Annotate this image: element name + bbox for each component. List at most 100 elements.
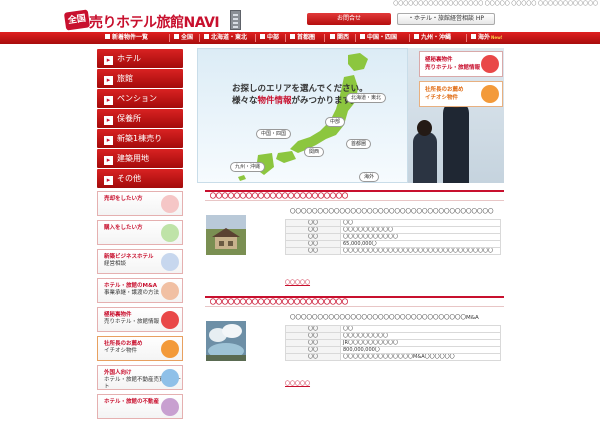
- listing-section-1: 〇〇〇〇〇〇〇〇〇〇〇〇〇〇〇〇〇〇〇〇〇〇〇 〇〇〇〇〇〇〇〇〇〇〇〇〇〇〇〇…: [205, 190, 504, 286]
- table-row: 〇〇 〇〇〇〇〇〇〇〇〇〇〇〇〇〇M&A〇〇〇〇〇〇: [285, 353, 501, 361]
- banner-illustration-icon: [161, 224, 179, 242]
- banner-illustration-icon: [161, 398, 179, 416]
- region-pill-kyushu-okinawa[interactable]: 九州・沖縄: [230, 162, 266, 172]
- category-land[interactable]: ▸ 建築用地: [97, 149, 183, 168]
- area-map-hero: お探しのエリアを選んでください。 様々な物件情報がみつかります。 北海道・東北 …: [197, 48, 408, 183]
- hero-banner[interactable]: 社所長のお薦め イチオシ物件: [419, 81, 503, 107]
- logo-name: 売りホテル旅館NAVI: [89, 15, 220, 31]
- bullet-icon: [290, 34, 295, 39]
- nav-kyushu-okinawa[interactable]: 九州・沖縄: [414, 32, 451, 44]
- category-new-building[interactable]: ▸ 新築1棟売り: [97, 129, 183, 148]
- nav-shutoken[interactable]: 首都圏: [290, 32, 315, 44]
- region-pill-hokkaido-tohoku[interactable]: 北海道・東北: [346, 93, 387, 103]
- bullet-icon: [204, 34, 209, 39]
- listing-subtitle[interactable]: 〇〇〇〇〇〇〇〇〇〇〇〇〇〇〇〇〇〇〇〇〇〇〇〇〇〇〇〇〇〇〇〇〇〇〇〇〇: [290, 207, 494, 215]
- region-pill-chubu[interactable]: 中部: [325, 117, 346, 127]
- sidebar-banner[interactable]: 極秘裏物件 売りホテル・旅館情報: [97, 307, 183, 332]
- table-row: 〇〇 JR〇〇〇〇〇〇〇〇〇〇: [285, 339, 501, 347]
- listing-more-link[interactable]: 〇〇〇〇〇: [285, 380, 310, 387]
- table-row: 〇〇 65,000,000〇: [285, 240, 501, 248]
- category-resort-facility[interactable]: ▸ 保養所: [97, 109, 183, 128]
- top-utility-text: 〇〇〇〇〇〇〇〇〇〇〇〇〇〇〇〇〇〇 〇〇〇〇〇 〇〇〇〇〇 〇〇〇〇〇〇〇〇〇…: [393, 1, 598, 7]
- listing-details-table: 〇〇 〇〇 〇〇 〇〇〇〇〇〇〇〇〇〇 〇〇 〇〇〇〇〇〇〇〇〇〇〇 〇〇 65,000…: [285, 219, 501, 255]
- bullet-icon: [471, 34, 476, 39]
- listing-heading[interactable]: 〇〇〇〇〇〇〇〇〇〇〇〇〇〇〇〇〇〇〇〇〇〇〇: [205, 296, 504, 307]
- category-sidebar: ▸ ホテル ▸ 旅館 ▸ ペンション ▸ 保養所 ▸ 新築1棟売り ▸ 建築用地 ▸ その他: [97, 49, 183, 189]
- nav-overseas[interactable]: 海外New!: [471, 32, 503, 44]
- table-row: 〇〇 〇〇〇〇〇〇〇〇〇〇〇: [285, 233, 501, 241]
- listing-subtitle[interactable]: 〇〇〇〇〇〇〇〇〇〇〇〇〇〇〇〇〇〇〇〇〇〇〇〇〇〇〇〇〇〇〇〇M&A: [290, 313, 479, 321]
- region-pill-shutoken[interactable]: 首都圏: [346, 139, 372, 149]
- sidebar-banner[interactable]: 外国人向け ホテル・旅館不動産売買サポート: [97, 365, 183, 390]
- listing-more-link[interactable]: 〇〇〇〇〇: [285, 279, 310, 286]
- arrow-right-icon: ▸: [104, 96, 113, 105]
- table-row: 〇〇 〇〇〇〇〇〇〇〇〇〇〇〇〇〇〇〇〇〇〇〇〇〇〇〇〇〇〇〇〇〇: [285, 247, 501, 255]
- site-header: 全国 売りホテル旅館NAVI お問合せ ・ホテル・旅館経営相談 HP: [0, 8, 600, 32]
- banner-seal-icon: [481, 55, 499, 73]
- map-okinawa[interactable]: [238, 175, 246, 181]
- arrow-right-icon: ▸: [104, 116, 113, 125]
- logo-badge: 全国: [63, 9, 91, 31]
- new-badge: New!: [491, 35, 503, 40]
- arrow-right-icon: ▸: [104, 56, 113, 65]
- category-other[interactable]: ▸ その他: [97, 169, 183, 188]
- bullet-icon: [360, 34, 365, 39]
- hero-side-banners: 極秘裏物件 売りホテル・旅館情報 社所長のお薦め イチオシ物件: [419, 51, 503, 111]
- building-icon: [230, 10, 241, 30]
- banner-illustration-icon: [161, 195, 179, 213]
- banner-illustration-icon: [161, 282, 179, 300]
- category-hotel[interactable]: ▸ ホテル: [97, 49, 183, 68]
- property-photo-onsen[interactable]: [206, 321, 246, 361]
- listing-section-2: 〇〇〇〇〇〇〇〇〇〇〇〇〇〇〇〇〇〇〇〇〇〇〇 〇〇〇〇〇〇〇〇〇〇〇〇〇〇〇〇…: [205, 296, 504, 387]
- property-photo-ryokan[interactable]: [206, 215, 246, 255]
- sidebar-banner[interactable]: 購入をしたい方: [97, 220, 183, 245]
- region-pill-overseas[interactable]: 海外: [359, 172, 380, 182]
- table-row: 〇〇 800,000,000〇: [285, 346, 501, 354]
- region-pill-kansai[interactable]: 関西: [304, 147, 325, 157]
- banner-illustration-icon: [161, 340, 179, 358]
- hero-title-line1: お探しのエリアを選んでください。: [232, 84, 368, 94]
- category-ryokan[interactable]: ▸ 旅館: [97, 69, 183, 88]
- listing-heading[interactable]: 〇〇〇〇〇〇〇〇〇〇〇〇〇〇〇〇〇〇〇〇〇〇〇: [205, 190, 504, 201]
- arrow-right-icon: ▸: [104, 76, 113, 85]
- arrow-right-icon: ▸: [104, 136, 113, 145]
- map-shikoku[interactable]: [276, 151, 296, 163]
- nav-hokkaido-tohoku[interactable]: 北海道・東北: [204, 32, 247, 44]
- banner-illustration-icon: [161, 253, 179, 271]
- table-row: 〇〇 〇〇: [285, 219, 501, 227]
- nav-chugoku-shikoku[interactable]: 中国・四国: [360, 32, 397, 44]
- sidebar-banner[interactable]: 社所長のお薦め イチオシ物件: [97, 336, 183, 361]
- banner-seal-icon: [481, 85, 499, 103]
- management-consult-button[interactable]: ・ホテル・旅館経営相談 HP: [397, 13, 495, 25]
- sidebar-banner[interactable]: 新築ビジネスホテル 経営相談: [97, 249, 183, 274]
- nav-new-listings[interactable]: 新着物件一覧: [105, 32, 148, 44]
- table-row: 〇〇 〇〇〇〇〇〇〇〇〇〇: [285, 226, 501, 234]
- arrow-right-icon: ▸: [104, 176, 113, 185]
- sidebar-banners: 売却をしたい方 購入をしたい方 新築ビジネスホテル 経営相談 ホテル・旅館のM&A 事業承…: [97, 191, 183, 423]
- sidebar-banner[interactable]: ホテル・旅館の不動産: [97, 394, 183, 419]
- sidebar-banner[interactable]: ホテル・旅館のM&A 事業承継・譲渡の方法: [97, 278, 183, 303]
- map-hokkaido[interactable]: [348, 53, 368, 71]
- site-logo[interactable]: 全国 売りホテル旅館NAVI: [63, 9, 245, 32]
- contact-button[interactable]: お問合せ: [307, 13, 391, 25]
- nav-kansai[interactable]: 関西: [330, 32, 349, 44]
- hero-title-line2: 様々な物件情報がみつかります。: [232, 96, 359, 106]
- main-nav: 新着物件一覧 全国 北海道・東北 中部 首都圏 関西 中国・四国 九州・沖縄 海…: [0, 32, 600, 44]
- nav-chubu[interactable]: 中部: [260, 32, 279, 44]
- banner-illustration-icon: [161, 311, 179, 329]
- table-row: 〇〇 〇〇〇〇〇〇〇〇〇: [285, 332, 501, 340]
- bullet-icon: [260, 34, 265, 39]
- table-row: 〇〇 〇〇: [285, 325, 501, 333]
- banner-illustration-icon: [161, 369, 179, 387]
- hero-banner[interactable]: 極秘裏物件 売りホテル・旅館情報: [419, 51, 503, 77]
- bullet-icon: [414, 34, 419, 39]
- arrow-right-icon: ▸: [104, 156, 113, 165]
- category-pension[interactable]: ▸ ペンション: [97, 89, 183, 108]
- sidebar-banner[interactable]: 売却をしたい方: [97, 191, 183, 216]
- region-pill-chugoku-shikoku[interactable]: 中国・四国: [256, 129, 292, 139]
- listing-details-table: 〇〇 〇〇 〇〇 〇〇〇〇〇〇〇〇〇 〇〇 JR〇〇〇〇〇〇〇〇〇〇 〇〇 800,00…: [285, 325, 501, 361]
- bullet-icon: [105, 34, 110, 39]
- bullet-icon: [174, 34, 179, 39]
- nav-nationwide[interactable]: 全国: [174, 32, 193, 44]
- bullet-icon: [330, 34, 335, 39]
